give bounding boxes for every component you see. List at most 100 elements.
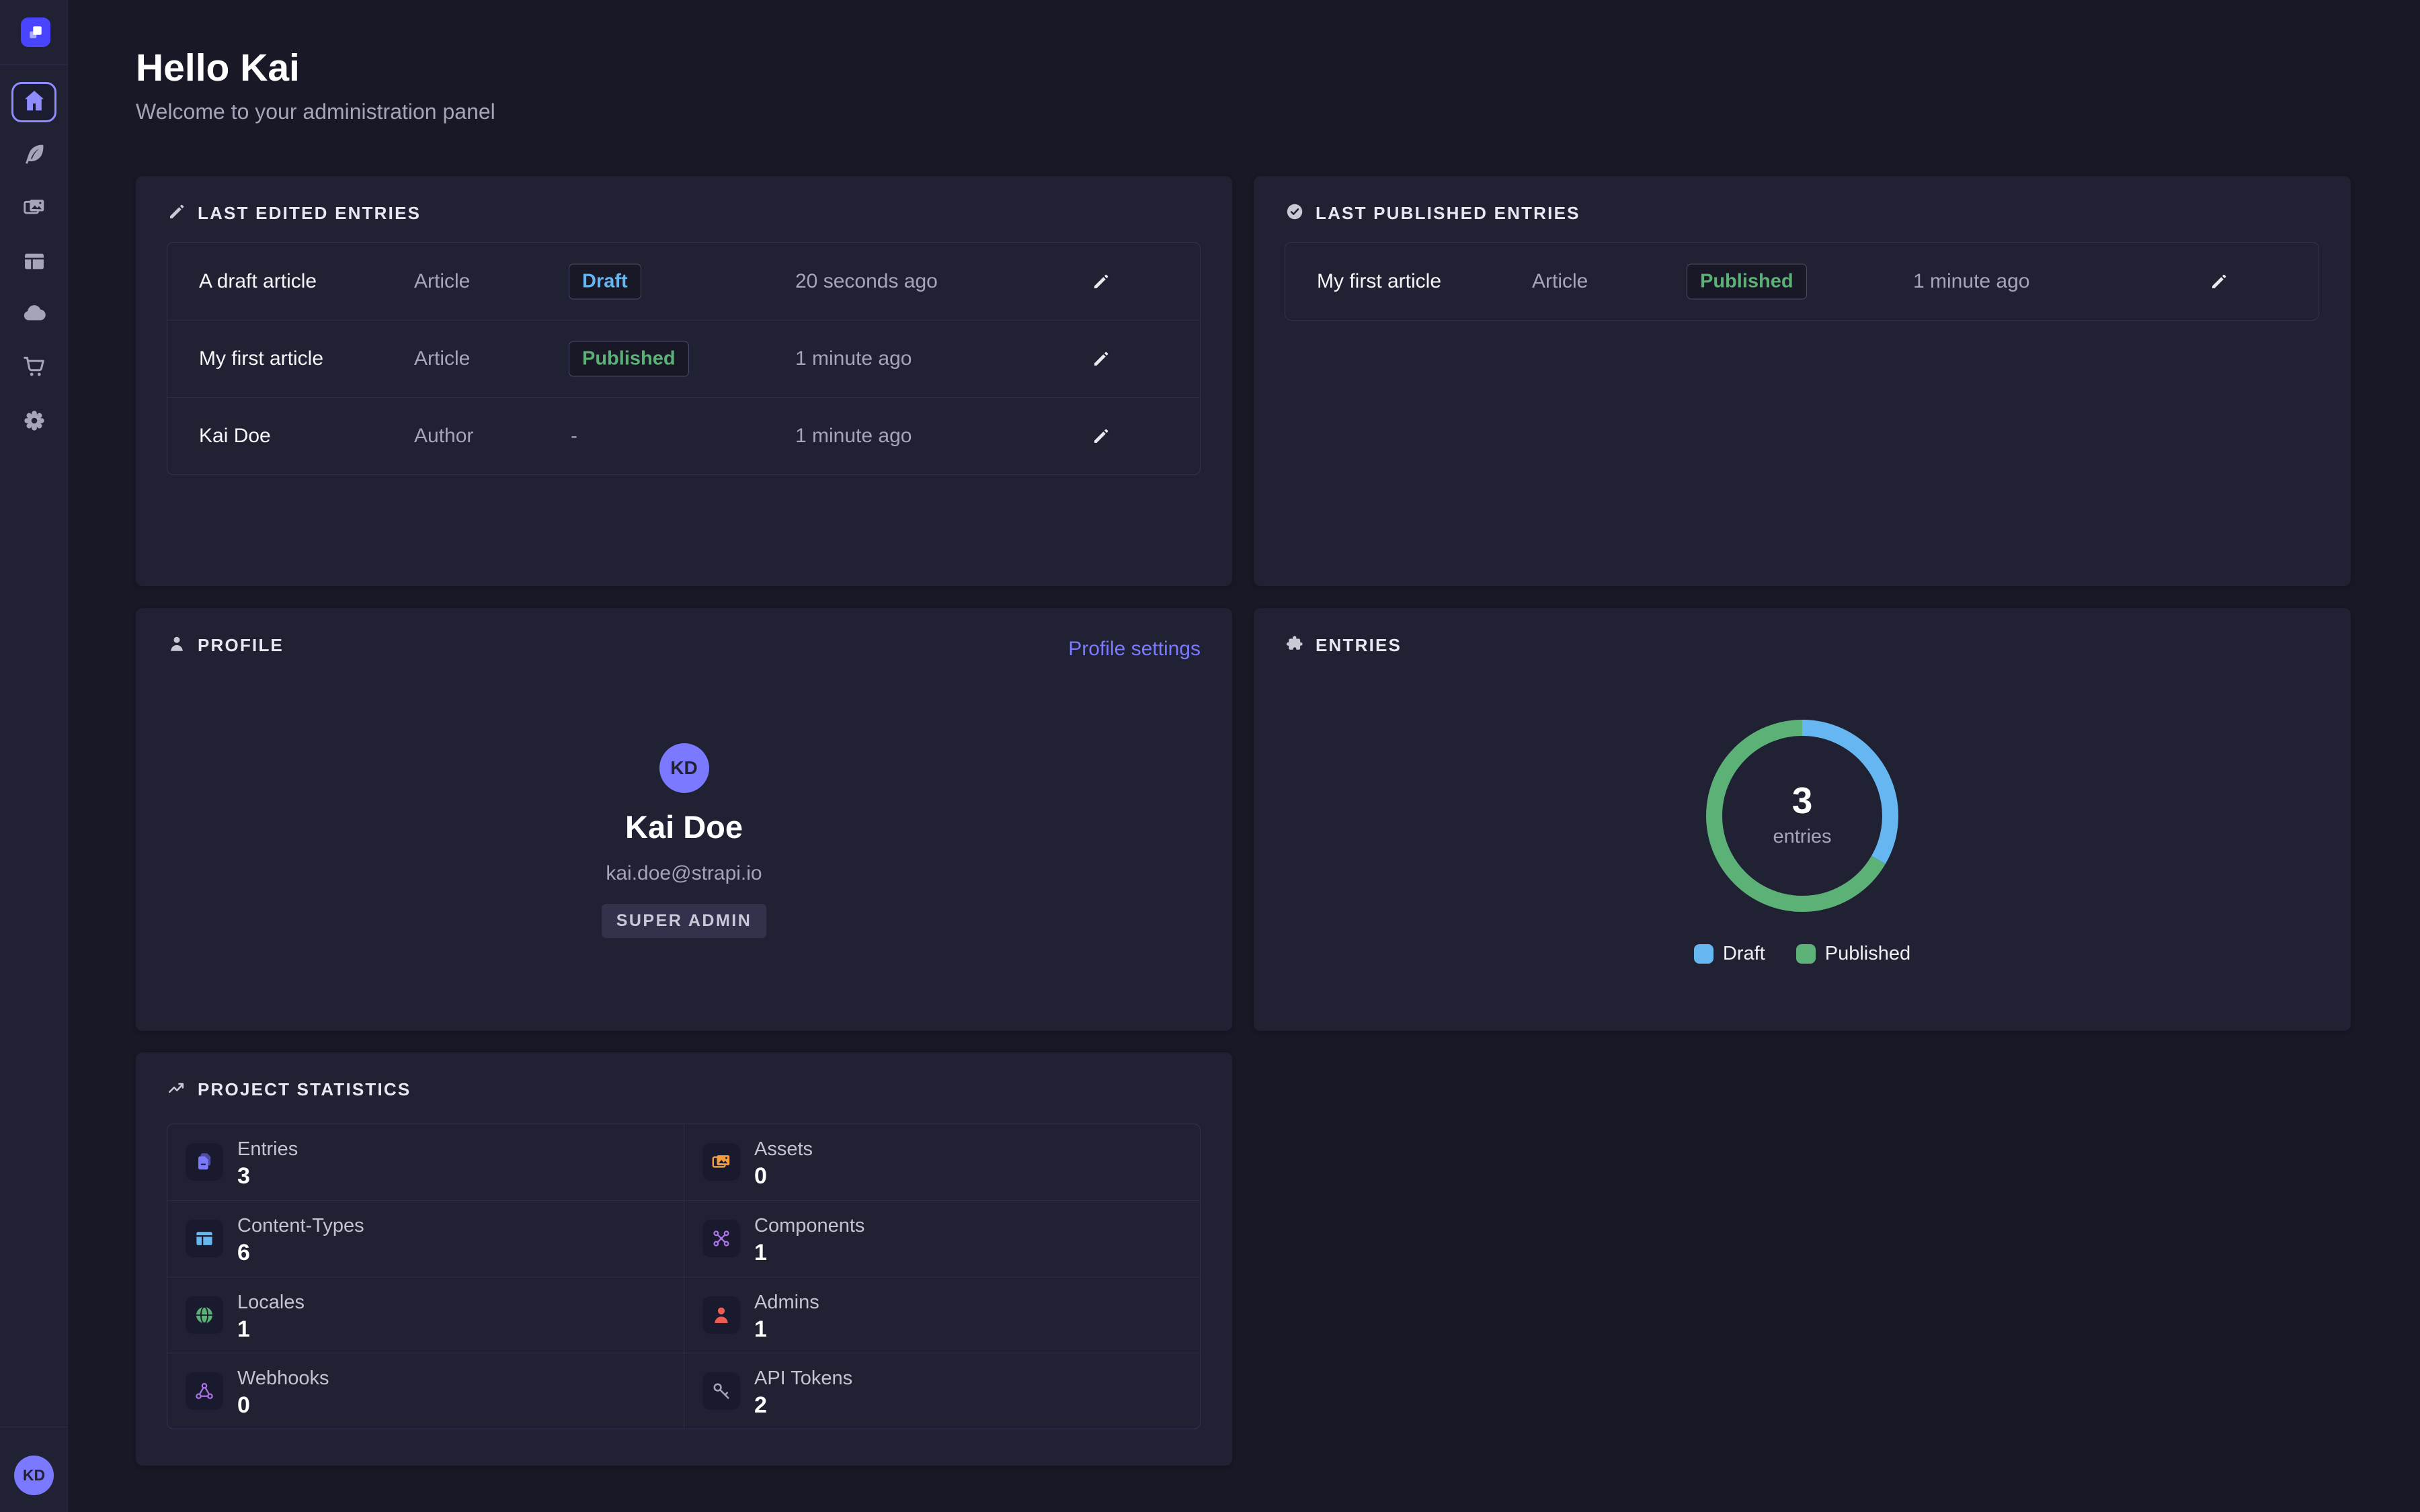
strapi-logo [21,17,50,47]
gear-icon [22,408,47,437]
sidebar-user-avatar[interactable]: KD [14,1456,54,1495]
puzzle-icon [1285,634,1305,657]
layout-icon [22,249,47,278]
draft-swatch [1694,944,1713,964]
page-title: Hello Kai [136,46,300,90]
sidebar-item-content-type-builder[interactable] [0,249,68,276]
status-badge: Draft [569,263,641,299]
stat-label: Locales [237,1292,305,1314]
admin-person-icon [702,1296,740,1334]
sidebar-item-deploy[interactable] [0,302,68,329]
last-published-entries-panel: LAST PUBLISHED ENTRIES My first article … [1254,176,2351,586]
stat-entries: Entries 3 [167,1124,684,1200]
stat-value: 6 [237,1240,250,1266]
stat-components: Components 1 [684,1200,1200,1276]
entry-type: Article [414,347,470,370]
stat-content-types: Content-Types 6 [167,1200,684,1276]
legend-item-draft: Draft [1694,943,1765,965]
entry-name: My first article [1317,270,1441,293]
cloud-icon [22,301,47,330]
stat-value: 1 [754,1240,767,1266]
globe-icon [186,1296,223,1334]
stat-value: 0 [237,1392,250,1419]
trending-up-icon [167,1078,187,1101]
stat-assets: Assets 0 [684,1124,1200,1200]
stat-value: 1 [754,1316,767,1343]
last-edited-entries-panel: LAST EDITED ENTRIES A draft article Arti… [136,176,1232,586]
status-badge: Published [569,341,689,377]
stat-value: 3 [237,1163,250,1189]
entry-name: A draft article [199,270,317,293]
layout-icon [186,1220,223,1257]
stat-label: Admins [754,1292,819,1314]
picture-icon [702,1143,740,1181]
profile-name: Kai Doe [136,808,1232,845]
status-badge: Published [1687,263,1807,299]
edit-entry-button[interactable] [1086,266,1117,297]
status-empty: - [571,425,577,448]
stat-label: Content-Types [237,1215,364,1237]
key-icon [702,1372,740,1410]
sidebar-item-media-library[interactable] [0,196,68,222]
stat-value: 0 [754,1163,767,1189]
table-row[interactable]: My first article Article Published 1 min… [1285,243,2318,320]
stat-locales: Locales 1 [167,1277,684,1353]
legend-label: Published [1825,943,1910,965]
entry-time: 1 minute ago [795,425,912,448]
stat-label: Webhooks [237,1368,329,1390]
sidebar: KD [0,0,68,1512]
panel-title: LAST PUBLISHED ENTRIES [1316,203,1580,224]
last-edited-table: A draft article Article Draft 20 seconds… [167,242,1201,475]
profile-avatar: KD [659,743,709,793]
profile-email: kai.doe@strapi.io [136,862,1232,885]
entry-time: 1 minute ago [795,347,912,370]
stats-table: Entries 3 Assets 0 [167,1124,1201,1429]
panel-title: PROJECT STATISTICS [198,1079,411,1100]
sidebar-item-settings[interactable] [0,409,68,435]
table-row[interactable]: Kai Doe Author - 1 minute ago [167,397,1200,474]
entry-type: Article [1532,270,1588,293]
edit-entry-button[interactable] [1086,421,1117,452]
sidebar-item-content-manager[interactable] [0,142,68,169]
panel-title: PROFILE [198,635,284,656]
profile-panel: PROFILE Profile settings KD Kai Doe kai.… [136,608,1232,1031]
check-circle-icon [1285,202,1305,225]
page-subtitle: Welcome to your administration panel [136,99,495,124]
profile-settings-link[interactable]: Profile settings [1068,638,1201,661]
panel-title: ENTRIES [1316,635,1402,656]
role-badge: SUPER ADMIN [602,904,767,938]
table-row[interactable]: My first article Article Published 1 min… [167,320,1200,397]
legend-label: Draft [1723,943,1765,965]
pencil-icon [167,202,187,225]
stat-label: Components [754,1215,864,1237]
stat-admins: Admins 1 [684,1277,1200,1353]
edit-entry-button[interactable] [1086,343,1117,374]
nodes-icon [702,1220,740,1257]
entry-name: Kai Doe [199,425,271,448]
edit-entry-button[interactable] [2204,266,2234,297]
entries-panel: ENTRIES 3 entries Draft Published [1254,608,2351,1031]
sidebar-item-home[interactable] [11,82,56,122]
cart-icon [22,353,47,382]
entry-name: My first article [199,347,323,370]
entry-type: Author [414,425,473,448]
entry-time: 1 minute ago [1913,270,2029,293]
entry-type: Article [414,270,470,293]
document-icon [186,1143,223,1181]
webhook-icon [186,1372,223,1410]
legend-item-published: Published [1796,943,1910,965]
sidebar-item-marketplace[interactable] [0,354,68,381]
entries-count-label: entries [1254,826,2351,848]
stat-api-tokens: API Tokens 2 [684,1353,1200,1429]
table-row[interactable]: A draft article Article Draft 20 seconds… [167,243,1200,320]
chart-legend: Draft Published [1254,943,2351,965]
person-icon [167,634,187,657]
stat-label: Entries [237,1138,298,1161]
entries-count: 3 [1254,779,2351,822]
stat-value: 2 [754,1392,767,1419]
feather-icon [22,141,47,170]
images-icon [22,195,47,224]
panel-title: LAST EDITED ENTRIES [198,203,421,224]
published-swatch [1796,944,1816,964]
stat-value: 1 [237,1316,250,1343]
